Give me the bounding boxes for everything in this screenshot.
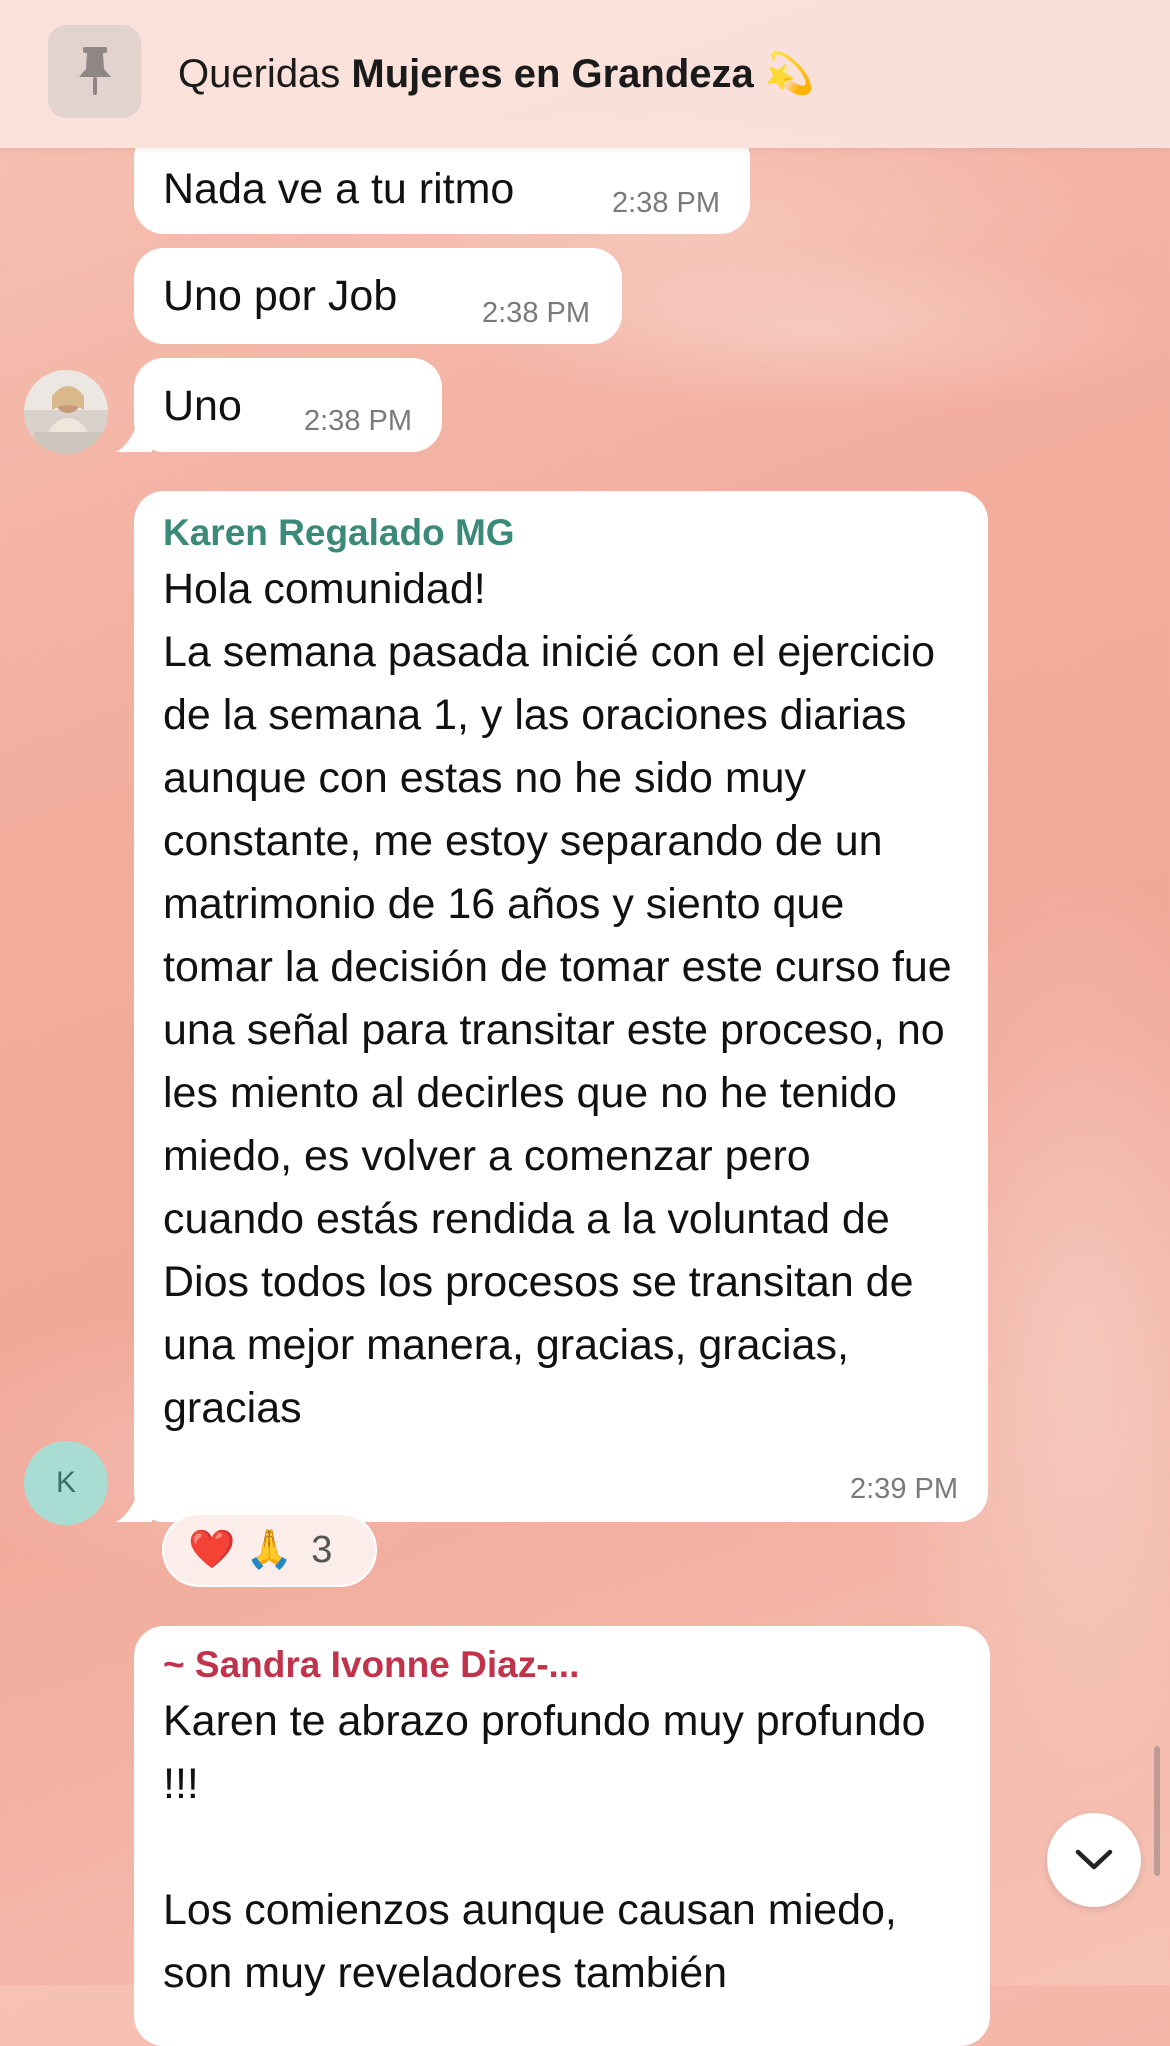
message-time: 2:38 PM	[482, 297, 590, 329]
pinned-bold: Mujeres en Grandeza	[351, 52, 754, 96]
scroll-to-bottom-button[interactable]	[1047, 1813, 1141, 1907]
reaction-emojis: ❤️ 🙏	[188, 1529, 294, 1571]
message-bubble[interactable]: Uno por Job 2:38 PM	[134, 248, 622, 344]
message-bubble[interactable]: ~ Sandra Ivonne Diaz-... Karen te abrazo…	[134, 1626, 990, 2046]
message-text: Hola comunidad! La semana pasada inicié …	[163, 565, 952, 1432]
message-text: Karen te abrazo profundo muy profundo !!…	[163, 1697, 926, 1997]
message-bubble[interactable]: Karen Regalado MG Hola comunidad! La sem…	[134, 491, 988, 1522]
sender-name[interactable]: ~ Sandra Ivonne Diaz-...	[163, 1640, 960, 1690]
avatar-letter: K	[55, 1466, 76, 1499]
scrollbar[interactable]	[1154, 1746, 1160, 1876]
avatar[interactable]	[24, 370, 108, 454]
pin-icon	[48, 25, 141, 118]
reaction-count: 3	[311, 1528, 333, 1571]
sparkle-emoji: 💫	[764, 52, 815, 96]
message-time: 2:38 PM	[612, 187, 720, 219]
message-time: 2:39 PM	[850, 1473, 958, 1505]
sender-name[interactable]: Karen Regalado MG	[163, 508, 958, 558]
avatar[interactable]: K	[24, 1441, 108, 1525]
chevron-down-icon	[1075, 1849, 1113, 1870]
pinned-message-text: Queridas Mujeres en Grandeza 💫	[178, 50, 815, 97]
message-time: 2:38 PM	[304, 405, 412, 437]
message-bubble[interactable]: Uno 2:38 PM	[134, 358, 442, 452]
reactions-pill[interactable]: ❤️ 🙏 3	[162, 1513, 377, 1587]
pinned-message-banner[interactable]: Queridas Mujeres en Grandeza 💫	[0, 0, 1170, 148]
pinned-prefix: Queridas	[178, 52, 352, 96]
